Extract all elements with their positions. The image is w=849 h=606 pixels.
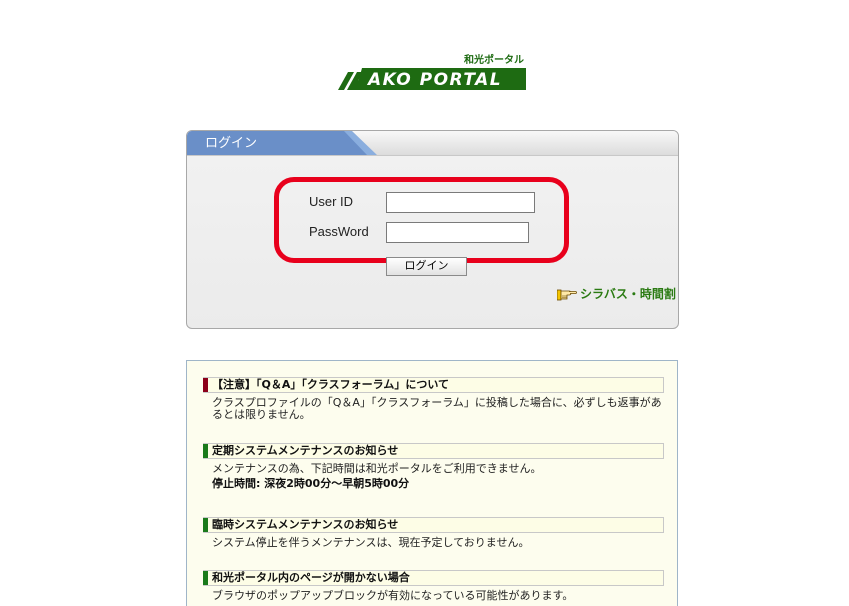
notice-body: システム停止を伴うメンテナンスは、現在予定しておりません。 [212,537,664,549]
notice-item: 臨時システムメンテナンスのお知らせ システム停止を伴うメンテナンスは、現在予定し… [203,517,665,549]
notice-title: 【注意】「Q＆A」「クラスフォーラム」について [212,378,449,391]
syllabus-timetable-link[interactable]: シラバス・時間割 [557,286,676,302]
login-page: 和光ポータル AKO PORTAL ログイン User ID PassWord … [0,0,849,606]
notice-heading: 和光ポータル内のページが開かない場合 [203,570,664,586]
notice-item: 和光ポータル内のページが開かない場合 ブラウザのポップアップブロックが有効になっ… [203,570,665,602]
notice-heading: 定期システムメンテナンスのお知らせ [203,443,664,459]
logo-brand-text: AKO PORTAL [368,70,503,90]
pointing-hand-icon [557,289,577,301]
login-title: ログイン [205,135,258,150]
wako-portal-logo: 和光ポータル AKO PORTAL [338,55,528,91]
notice-marker [203,444,208,458]
login-panel: ログイン User ID PassWord ログイン シラバス・時間割 [186,130,679,329]
logo-japanese-text: 和光ポータル [464,55,524,66]
notice-marker [203,571,208,585]
maintenance-hours: 停止時間: 深夜2時00分～早朝5時00分 [212,477,410,490]
login-header: ログイン [187,131,678,156]
notice-text: メンテナンスの為、下記時間は和光ポータルをご利用できません。 [212,462,542,475]
notice-body: メンテナンスの為、下記時間は和光ポータルをご利用できません。 [212,463,664,475]
notice-body: クラスプロファイルの「Q＆A」「クラスフォーラム」に投稿した場合に、必ずしも返事… [212,397,664,421]
notice-heading: 臨時システムメンテナンスのお知らせ [203,517,664,533]
notice-title: 臨時システムメンテナンスのお知らせ [212,518,399,531]
notice-heading: 【注意】「Q＆A」「クラスフォーラム」について [203,377,664,393]
password-input[interactable] [386,222,529,243]
notice-item: 定期システムメンテナンスのお知らせ メンテナンスの為、下記時間は和光ポータルをご… [203,443,665,490]
userid-label: User ID [309,194,354,209]
notice-title: 定期システムメンテナンスのお知らせ [212,444,399,457]
notice-body: ブラウザのポップアップブロックが有効になっている可能性があります。 [212,590,664,602]
credentials-highlight [274,177,569,263]
notice-marker [203,378,208,392]
password-label: PassWord [309,224,369,239]
syllabus-link-label: シラバス・時間割 [580,287,676,301]
notice-text: ブラウザのポップアップブロックが有効になっている可能性があります。 [212,589,574,602]
notice-text: システム停止を伴うメンテナンスは、現在予定しておりません。 [212,536,530,549]
notice-marker [203,518,208,532]
notice-text: クラスプロファイルの「Q＆A」「クラスフォーラム」に投稿した場合に、必ずしも返事… [212,396,662,421]
notice-title: 和光ポータル内のページが開かない場合 [212,571,410,584]
userid-input[interactable] [386,192,535,213]
login-button[interactable]: ログイン [386,257,467,276]
notice-item: 【注意】「Q＆A」「クラスフォーラム」について クラスプロファイルの「Q＆A」「… [203,377,665,421]
notice-panel: 【注意】「Q＆A」「クラスフォーラム」について クラスプロファイルの「Q＆A」「… [186,360,678,606]
